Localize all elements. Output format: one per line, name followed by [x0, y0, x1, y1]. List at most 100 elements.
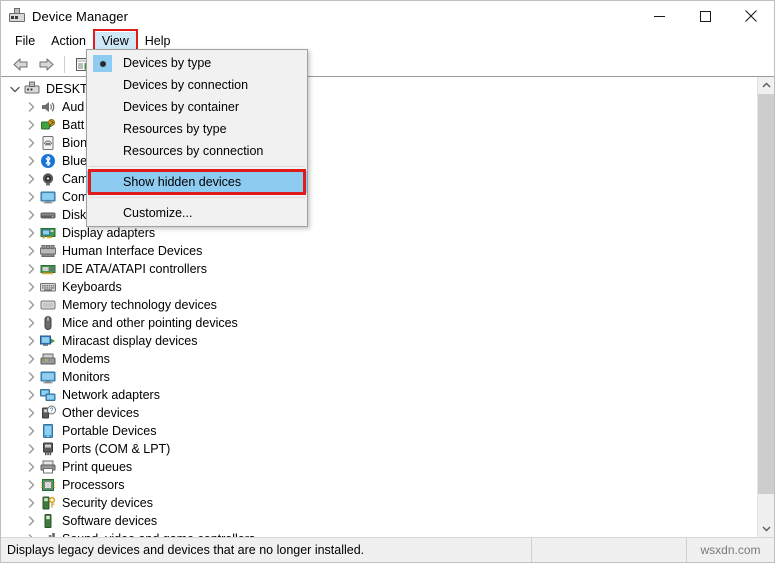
minimize-button[interactable]	[636, 1, 682, 31]
tree-expander-root[interactable]	[7, 80, 23, 98]
tree-expander[interactable]	[23, 440, 39, 458]
bluetooth-icon	[39, 152, 57, 170]
tree-row[interactable]: Ports (COM & LPT)	[1, 440, 757, 458]
network-adapter-icon	[39, 386, 57, 404]
tree-item-label: Miracast display devices	[62, 334, 198, 348]
watermark-pane: wsxdn.com	[686, 538, 774, 562]
tree-expander[interactable]	[23, 260, 39, 278]
tree-expander[interactable]	[23, 188, 39, 206]
tree-row[interactable]: Keyboards	[1, 278, 757, 296]
battery-icon	[41, 119, 55, 130]
view-dropdown-menu[interactable]: Devices by type Devices by connection Devi…	[86, 49, 308, 227]
tree-expander[interactable]	[23, 386, 39, 404]
tree-expander[interactable]	[23, 98, 39, 116]
menu-item-1[interactable]: Devices by connection	[87, 74, 307, 96]
tree-expander[interactable]	[23, 512, 39, 530]
tree-expander[interactable]	[23, 224, 39, 242]
tree-row[interactable]: Processors	[1, 476, 757, 494]
close-icon	[745, 10, 757, 22]
tree-expander[interactable]	[23, 152, 39, 170]
tree-expander[interactable]	[23, 494, 39, 512]
tree-item-label: Keyboards	[62, 280, 122, 294]
fingerprint-icon	[39, 134, 57, 152]
tree-expander[interactable]	[23, 332, 39, 350]
tree-expander[interactable]	[23, 350, 39, 368]
tree-row[interactable]: Modems	[1, 350, 757, 368]
tree-row[interactable]: Security devices	[1, 494, 757, 512]
tree-expander[interactable]	[23, 404, 39, 422]
tree-row[interactable]: Sound, video and game controllers	[1, 530, 757, 537]
forward-button[interactable]	[33, 53, 59, 75]
menu-view[interactable]: View	[92, 28, 138, 54]
camera-icon	[39, 170, 57, 188]
tree-expander[interactable]	[23, 296, 39, 314]
monitor-icon	[39, 368, 57, 386]
security-device-icon	[42, 496, 56, 510]
menu-item-3[interactable]: Resources by type	[87, 118, 307, 140]
window-controls	[636, 1, 774, 31]
tree-item-label: Human Interface Devices	[62, 244, 203, 258]
tree-expander[interactable]	[23, 206, 39, 224]
scrollbar-thumb[interactable]	[758, 94, 774, 494]
vertical-scrollbar[interactable]	[757, 77, 774, 537]
menu-file[interactable]: File	[8, 32, 42, 51]
chevron-right-icon	[28, 336, 34, 346]
chevron-right-icon	[28, 102, 34, 112]
tree-row[interactable]: Portable Devices	[1, 422, 757, 440]
menu-separator	[89, 166, 305, 167]
disk-drive-icon	[40, 212, 56, 219]
chevron-right-icon	[28, 120, 34, 130]
menu-item-2[interactable]: Devices by container	[87, 96, 307, 118]
tree-expander[interactable]	[23, 278, 39, 296]
tree-expander[interactable]	[23, 368, 39, 386]
close-button[interactable]	[728, 1, 774, 31]
maximize-button[interactable]	[682, 1, 728, 31]
menu-item-5[interactable]: Show hidden devices	[87, 169, 307, 195]
port-icon	[43, 442, 53, 456]
tree-item-label: Print queues	[62, 460, 133, 474]
tree-item-label: Monitors	[62, 370, 110, 384]
tree-expander[interactable]	[23, 134, 39, 152]
tree-row[interactable]: Print queues	[1, 458, 757, 476]
tree-expander[interactable]	[23, 476, 39, 494]
menu-item-6[interactable]: Customize...	[87, 202, 307, 224]
tree-row[interactable]: Mice and other pointing devices	[1, 314, 757, 332]
menu-action[interactable]: Action	[44, 32, 93, 51]
back-button[interactable]	[7, 53, 33, 75]
software-device-icon	[39, 512, 57, 530]
tree-expander[interactable]	[23, 116, 39, 134]
chevron-right-icon	[28, 408, 34, 418]
menu-help[interactable]: Help	[138, 32, 178, 51]
scroll-up-button[interactable]	[758, 77, 774, 94]
portable-device-icon	[43, 424, 53, 438]
scroll-down-button[interactable]	[758, 520, 774, 537]
tree-expander[interactable]	[23, 242, 39, 260]
tree-expander[interactable]	[23, 458, 39, 476]
menu-item-label: Customize...	[123, 206, 193, 220]
chevron-right-icon	[28, 516, 34, 526]
tree-expander[interactable]	[23, 422, 39, 440]
tree-row[interactable]: ? Other devices	[1, 404, 757, 422]
tree-row[interactable]: Network adapters	[1, 386, 757, 404]
tree-expander[interactable]	[23, 314, 39, 332]
portable-device-icon	[39, 422, 57, 440]
tree-row[interactable]: Software devices	[1, 512, 757, 530]
tree-item-label: Bion	[62, 136, 88, 150]
tree-row[interactable]: Miracast display devices	[1, 332, 757, 350]
device-manager-icon	[9, 8, 25, 24]
miracast-icon	[40, 335, 55, 346]
tree-row[interactable]: IDE ATA/ATAPI controllers	[1, 260, 757, 278]
chevron-right-icon	[28, 174, 34, 184]
menu-item-label: Resources by type	[123, 122, 227, 136]
chevron-down-icon	[762, 526, 770, 532]
tree-row[interactable]: Monitors	[1, 368, 757, 386]
tree-expander[interactable]	[23, 530, 39, 537]
tree-item-label: Network adapters	[62, 388, 160, 402]
tree-expander[interactable]	[23, 170, 39, 188]
other-device-icon: ?	[42, 405, 56, 419]
tree-item-label: Other devices	[62, 406, 140, 420]
menu-item-0[interactable]: Devices by type	[87, 52, 307, 74]
tree-row[interactable]: Human Interface Devices	[1, 242, 757, 260]
menu-item-4[interactable]: Resources by connection	[87, 140, 307, 162]
tree-row[interactable]: Memory technology devices	[1, 296, 757, 314]
